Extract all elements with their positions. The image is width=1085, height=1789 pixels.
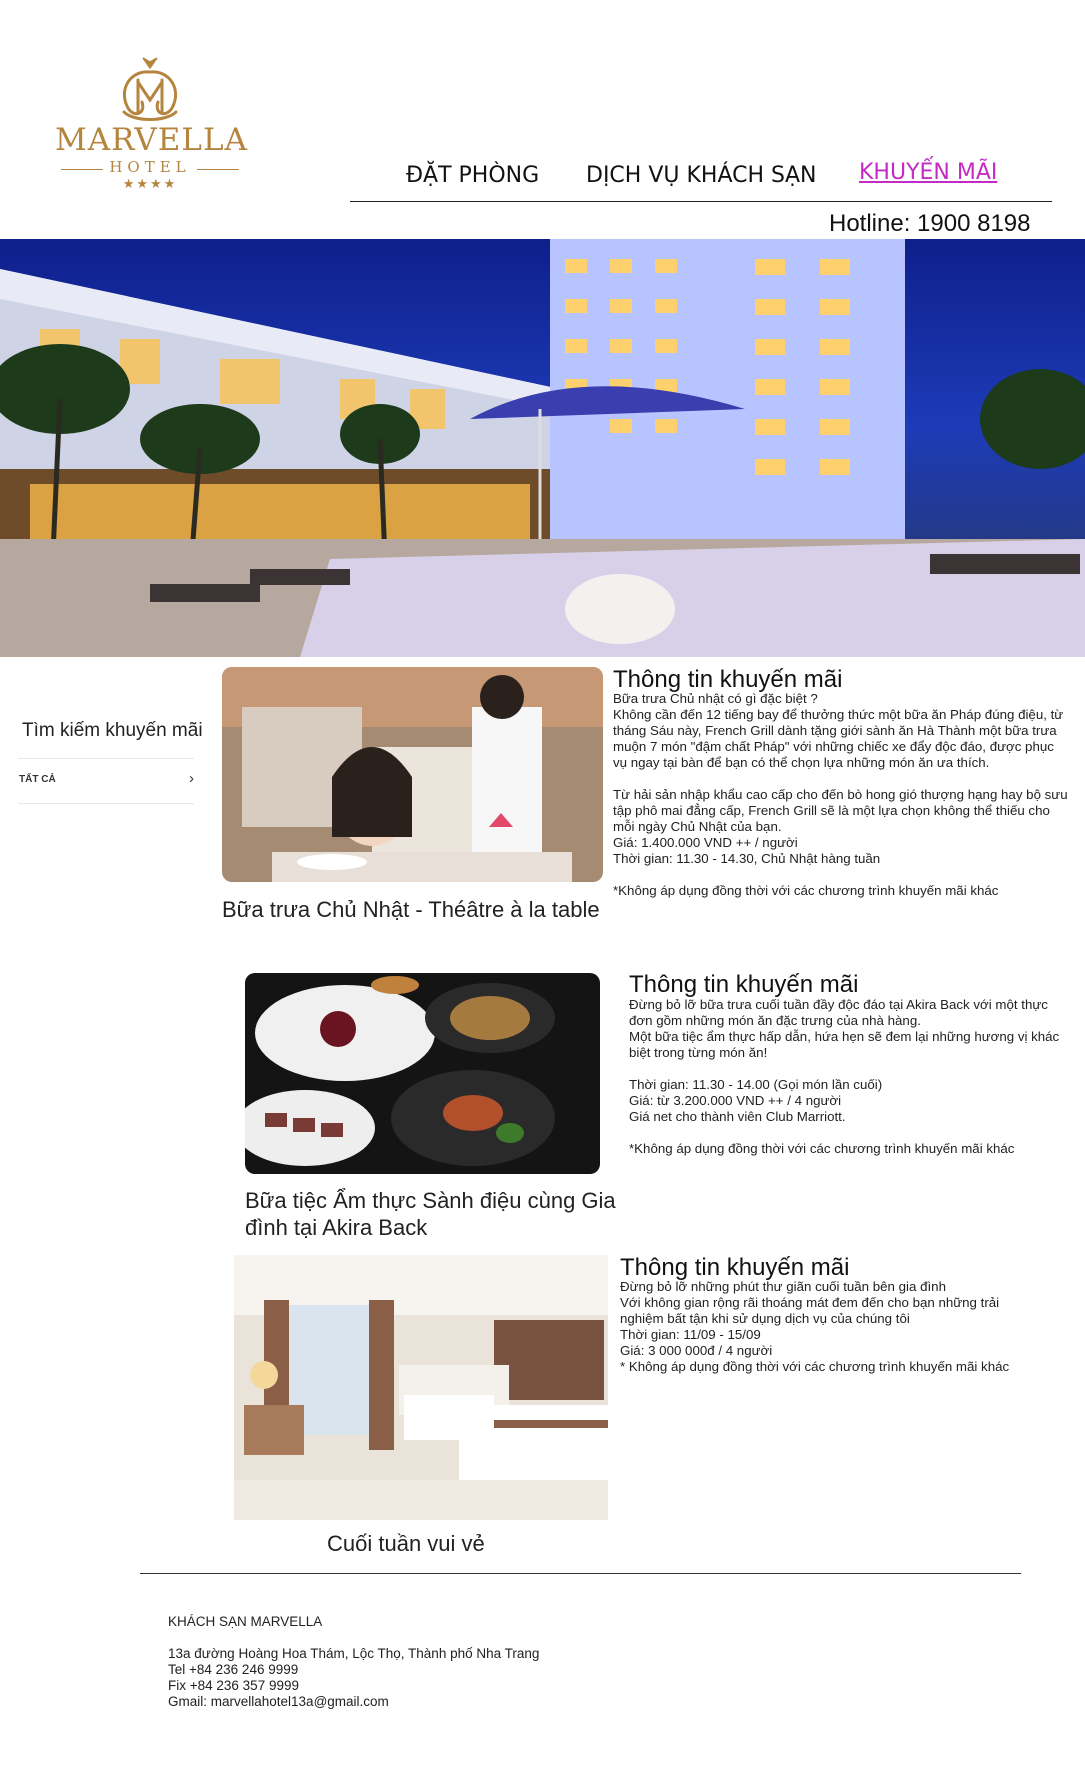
brand-name: MARVELLA xyxy=(55,122,248,158)
promo-title[interactable]: Bữa trưa Chủ Nhật - Théâtre à la table xyxy=(222,896,602,923)
nav-khuyen-mai[interactable]: KHUYẾN MÃI xyxy=(859,160,997,185)
crest-icon xyxy=(122,57,178,121)
footer-email[interactable]: Gmail: marvellahotel13a@gmail.com xyxy=(168,1694,539,1710)
star-rating: ★★★★ xyxy=(122,176,178,191)
footer-fix: Fix +84 236 357 9999 xyxy=(168,1678,299,1693)
filter-all[interactable]: TẤT CẢ › xyxy=(18,766,194,794)
filter-all-label: TẤT CẢ xyxy=(19,774,56,785)
promo-info-heading: Thông tin khuyến mãi xyxy=(629,971,859,998)
footer-contact: 13a đường Hoàng Hoa Thám, Lộc Thọ, Thành… xyxy=(168,1646,539,1710)
promo-title[interactable]: Cuối tuần vui vẻ xyxy=(327,1530,485,1557)
nav-dich-vu-khach-san[interactable]: DỊCH VỤ KHÁCH SẠN xyxy=(586,163,816,188)
footer-divider xyxy=(140,1573,1021,1574)
sidebar-divider xyxy=(18,758,194,759)
promo-info-text: Bữa trưa Chủ nhật có gì đặc biệt ? Không… xyxy=(613,691,1068,898)
promo-info-heading: Thông tin khuyến mãi xyxy=(620,1254,850,1281)
nav-divider xyxy=(350,201,1052,202)
promo-info-text: Đừng bỏ lỡ bữa trưa cuối tuần đầy độc đá… xyxy=(629,997,1060,1156)
hotel-logo[interactable]: MARVELLA HOTEL ★★★★ xyxy=(55,50,248,200)
footer-hotel-name: KHÁCH SẠN MARVELLA xyxy=(168,1614,323,1629)
promo-photo-akira-back[interactable] xyxy=(245,973,600,1174)
promo-info-heading: Thông tin khuyến mãi xyxy=(613,666,843,693)
footer-tel: Tel +84 236 246 9999 xyxy=(168,1662,299,1677)
nav-dat-phong[interactable]: ĐẶT PHÒNG xyxy=(406,163,539,188)
chevron-right-icon: › xyxy=(189,770,194,787)
logo-rule-right xyxy=(197,169,239,170)
promo-title[interactable]: Bữa tiệc Ẩm thực Sành điệu cùng Gia đình… xyxy=(245,1187,625,1241)
hotline: Hotline: 1900 8198 xyxy=(829,210,1031,237)
footer-address: 13a đường Hoàng Hoa Thám, Lộc Thọ, Thành… xyxy=(168,1646,540,1661)
promo-photo-weekend-room[interactable] xyxy=(234,1255,608,1520)
sidebar-title: Tìm kiếm khuyến mãi xyxy=(22,720,203,741)
brand-subtitle: HOTEL xyxy=(109,158,191,176)
promo-info-text: Đừng bỏ lỡ những phút thư giãn cuối tuần… xyxy=(620,1279,1010,1374)
sidebar-divider xyxy=(18,803,194,804)
promo-photo-sunday-brunch[interactable] xyxy=(222,667,603,882)
hero-banner-image xyxy=(0,239,1085,657)
